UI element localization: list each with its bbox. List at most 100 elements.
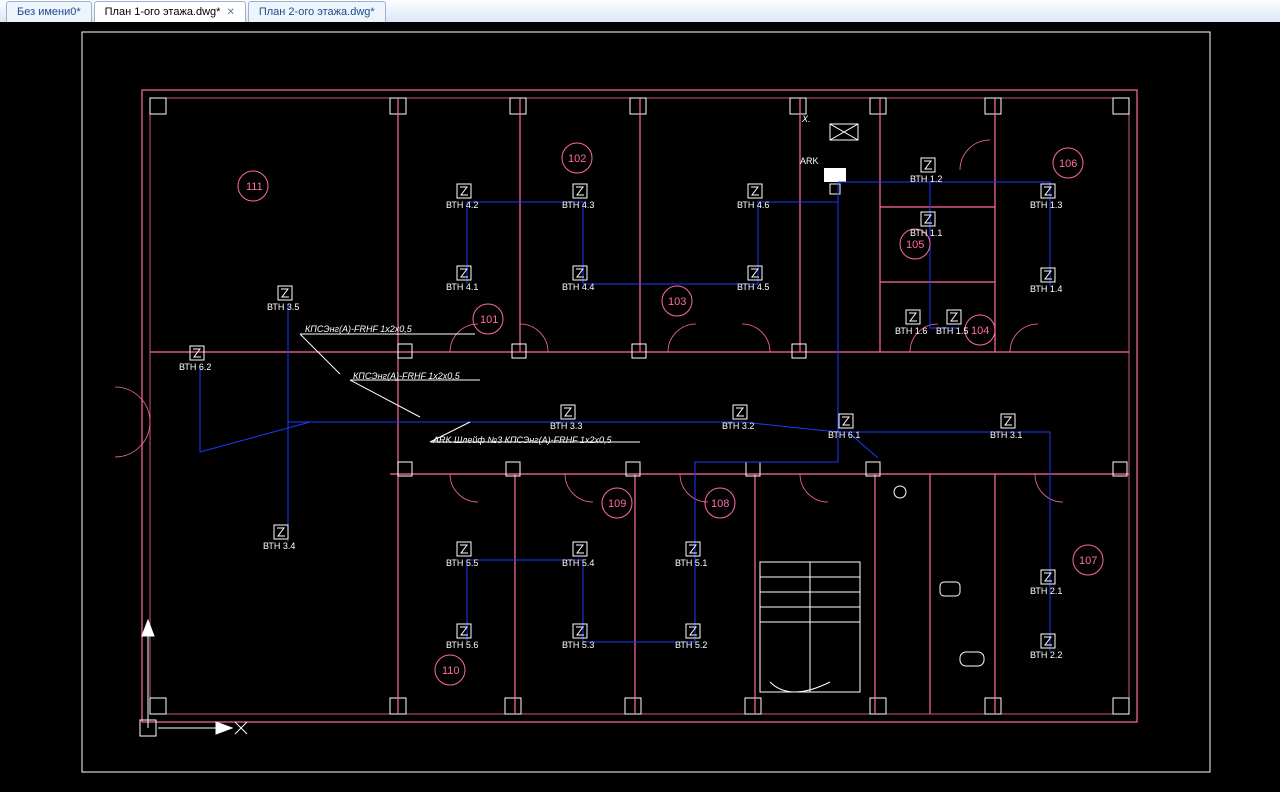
device-ВТН5.6: ВТН 5.6 (446, 624, 478, 650)
device-ВТН3.2: ВТН 3.2 (722, 405, 754, 431)
device-ВТН2.1: ВТН 2.1 (1030, 570, 1062, 596)
device-ВТН1.2: ВТН 1.2 (910, 158, 942, 184)
cable-note-2: КПСЭнг(А)-FRHF 1x2x0,5 (353, 371, 461, 381)
svg-text:106: 106 (1059, 158, 1077, 170)
device-ВТН3.4: ВТН 3.4 (263, 525, 295, 551)
wiring (200, 182, 1050, 652)
room-103: 103 (662, 286, 692, 316)
device-ВТН5.2: ВТН 5.2 (675, 624, 707, 650)
cable-note-3: ARK Шлейф №3 КПСЭнг(А)-FRHF 1x2x0,5 (432, 435, 612, 445)
svg-text:108: 108 (711, 498, 729, 510)
device-label: ВТН 4.5 (737, 282, 769, 292)
device-ВТН3.5: ВТН 3.5 (267, 286, 299, 312)
ark-label: ARK (800, 156, 819, 166)
device-ВТН5.5: ВТН 5.5 (446, 542, 478, 568)
ucs-icon (140, 620, 247, 736)
paper-border (82, 32, 1210, 772)
device-label: ВТН 4.2 (446, 200, 478, 210)
device-ВТН6.1: ВТН 6.1 (828, 414, 860, 440)
floor-plan-svg: ARK X. КПСЭнг(А)-FRHF 1x2x0,5 КПСЭнг(А)-… (0, 22, 1280, 792)
svg-text:101: 101 (480, 314, 498, 326)
svg-text:103: 103 (668, 296, 686, 308)
device-label: ВТН 6.1 (828, 430, 860, 440)
device-label: ВТН 3.4 (263, 541, 295, 551)
tab-label: Без имени0* (17, 6, 81, 18)
device-label: ВТН 4.4 (562, 282, 594, 292)
svg-text:107: 107 (1079, 555, 1097, 567)
svg-text:102: 102 (568, 153, 586, 165)
room-111: 111 (238, 171, 268, 201)
corridor-marks (398, 344, 1127, 476)
device-label: ВТН 1.5 (936, 326, 968, 336)
tab-plan-2[interactable]: План 2-ого этажа.dwg* (248, 1, 386, 22)
device-label: ВТН 1.4 (1030, 284, 1062, 294)
x-label: X. (801, 114, 811, 124)
device-ВТН1.1: ВТН 1.1 (910, 212, 942, 238)
device-ВТН1.3: ВТН 1.3 (1030, 184, 1062, 210)
device-ВТН2.2: ВТН 2.2 (1030, 634, 1062, 660)
tab-label: План 1-ого этажа.dwg* (105, 6, 221, 18)
device-label: ВТН 1.3 (1030, 200, 1062, 210)
wc-fixtures (894, 486, 984, 666)
device-ВТН4.6: ВТН 4.6 (737, 184, 769, 210)
device-label: ВТН 3.2 (722, 421, 754, 431)
svg-text:104: 104 (971, 325, 989, 337)
device-label: ВТН 4.3 (562, 200, 594, 210)
device-label: ВТН 5.3 (562, 640, 594, 650)
stairs (760, 562, 860, 692)
device-ВТН4.3: ВТН 4.3 (562, 184, 594, 210)
device-ВТН4.4: ВТН 4.4 (562, 266, 594, 292)
tab-unnamed[interactable]: Без имени0* (6, 1, 92, 22)
device-ВТН1.6: ВТН 1.6 (895, 310, 927, 336)
device-label: ВТН 1.6 (895, 326, 927, 336)
close-icon[interactable]: ✕ (226, 7, 234, 18)
room-110: 110 (435, 655, 465, 685)
device-ВТН1.4: ВТН 1.4 (1030, 268, 1062, 294)
device-label: ВТН 5.1 (675, 558, 707, 568)
room-107: 107 (1073, 545, 1103, 575)
device-label: ВТН 5.5 (446, 558, 478, 568)
cable-leaders (300, 334, 640, 442)
device-label: ВТН 4.6 (737, 200, 769, 210)
device-ВТН3.1: ВТН 3.1 (990, 414, 1022, 440)
device-ВТН5.3: ВТН 5.3 (562, 624, 594, 650)
device-label: ВТН 6.2 (179, 362, 211, 372)
room-106: 106 (1053, 148, 1083, 178)
device-ВТН6.2: ВТН 6.2 (179, 346, 211, 372)
device-label: ВТН 2.1 (1030, 586, 1062, 596)
device-ВТН4.1: ВТН 4.1 (446, 266, 478, 292)
device-ВТН3.3: ВТН 3.3 (550, 405, 582, 431)
device-ВТН5.4: ВТН 5.4 (562, 542, 594, 568)
cable-note-1: КПСЭнг(А)-FRHF 1x2x0,5 (305, 324, 413, 334)
device-ВТН4.5: ВТН 4.5 (737, 266, 769, 292)
interior-walls (150, 98, 1129, 714)
device-label: ВТН 3.1 (990, 430, 1022, 440)
device-label: ВТН 2.2 (1030, 650, 1062, 660)
room-101: 101 (473, 304, 503, 334)
device-ВТН5.1: ВТН 5.1 (675, 542, 707, 568)
device-label: ВТН 3.3 (550, 421, 582, 431)
svg-text:111: 111 (246, 181, 263, 193)
room-104: 104 (965, 315, 995, 345)
device-label: ВТН 4.1 (446, 282, 478, 292)
svg-text:109: 109 (608, 498, 626, 510)
device-ВТН1.5: ВТН 1.5 (936, 310, 968, 336)
room-102: 102 (562, 143, 592, 173)
device-label: ВТН 3.5 (267, 302, 299, 312)
tab-label: План 2-ого этажа.dwg* (259, 6, 375, 18)
device-label: ВТН 1.1 (910, 228, 942, 238)
device-label: ВТН 5.6 (446, 640, 478, 650)
document-tabstrip: Без имени0* План 1-ого этажа.dwg* ✕ План… (0, 0, 1280, 23)
svg-text:110: 110 (442, 665, 460, 677)
device-label: ВТН 1.2 (910, 174, 942, 184)
drawing-canvas[interactable]: ARK X. КПСЭнг(А)-FRHF 1x2x0,5 КПСЭнг(А)-… (0, 22, 1280, 792)
svg-text:105: 105 (906, 239, 924, 251)
device-ВТН4.2: ВТН 4.2 (446, 184, 478, 210)
device-label: ВТН 5.4 (562, 558, 594, 568)
room-labels: 101 102 103 104 105 106 107 108 109 110 … (238, 143, 1103, 685)
room-108: 108 (705, 488, 735, 518)
tab-plan-1[interactable]: План 1-ого этажа.dwg* ✕ (94, 1, 246, 22)
room-109: 109 (602, 488, 632, 518)
door-arcs (115, 140, 1063, 502)
device-label: ВТН 5.2 (675, 640, 707, 650)
